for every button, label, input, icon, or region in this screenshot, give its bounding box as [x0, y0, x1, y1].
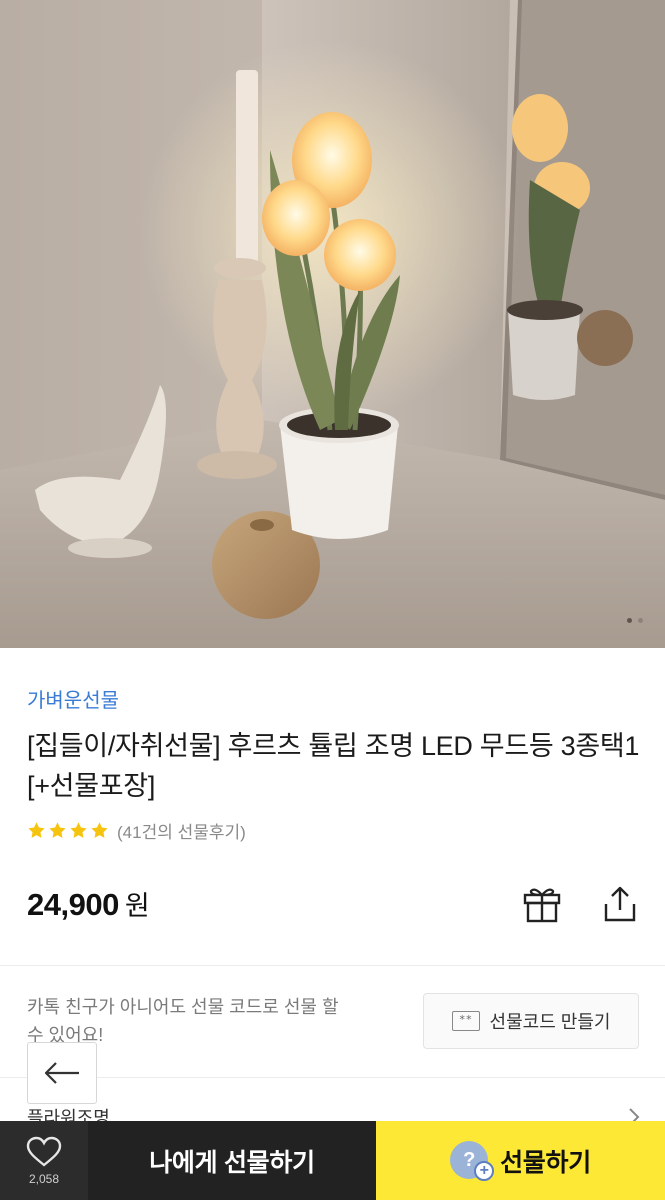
bottom-action-bar: 2,058 나에게 선물하기 ? + 선물하기 [0, 1121, 665, 1200]
image-pagination [627, 618, 643, 623]
price-row: 24,900 원 [27, 884, 150, 923]
rating-row[interactable]: (41건의 선물후기) [27, 818, 246, 843]
share-button[interactable] [598, 882, 642, 926]
gift-to-myself-button[interactable]: 나에게 선물하기 [88, 1121, 376, 1200]
product-title: [집들이/자취선물] 후르츠 튤립 조명 LED 무드등 3종택1 [+선물포장… [27, 731, 640, 801]
gift-button-label: 선물하기 [500, 1148, 591, 1177]
gift-code-description: 카톡 친구가 아니어도 선물 코드로 선물 할 수 있어요! [27, 997, 339, 1045]
brand-link[interactable]: 가벼운선물 [27, 684, 119, 713]
gift-to-myself-label: 나에게 선물하기 [149, 1148, 315, 1177]
price-currency: 원 [124, 891, 150, 921]
price-value: 24,900 [27, 887, 119, 922]
back-button[interactable] [27, 1042, 97, 1104]
review-count[interactable]: (41건의 선물후기) [117, 818, 246, 843]
star-icon [49, 822, 66, 838]
gift-wish-button[interactable] [520, 882, 564, 926]
pagination-dot [638, 618, 643, 623]
plus-icon: + [474, 1160, 495, 1181]
like-button[interactable]: 2,058 [0, 1121, 88, 1200]
gift-button[interactable]: ? + 선물하기 [376, 1121, 665, 1200]
star-rating [27, 821, 109, 840]
gift-code-icon: ** [451, 1011, 480, 1031]
back-arrow-icon [44, 1062, 79, 1084]
star-icon [91, 822, 108, 838]
friend-add-icon: ? + [450, 1139, 495, 1183]
product-image[interactable] [0, 0, 665, 648]
create-gift-code-label: 선물코드 만들기 [489, 1012, 611, 1032]
heart-icon [26, 1136, 62, 1167]
create-gift-code-button[interactable]: ** 선물코드 만들기 [423, 993, 639, 1049]
gift-icon [523, 888, 561, 923]
share-icon [604, 886, 636, 922]
section-divider [0, 965, 665, 966]
product-photo-illustration [0, 0, 665, 648]
like-count: 2,058 [28, 1171, 60, 1186]
star-icon [70, 822, 87, 838]
star-icon [28, 822, 45, 838]
category-row[interactable]: 플라워조명 [0, 1078, 665, 1128]
pagination-dot-active [627, 618, 632, 623]
